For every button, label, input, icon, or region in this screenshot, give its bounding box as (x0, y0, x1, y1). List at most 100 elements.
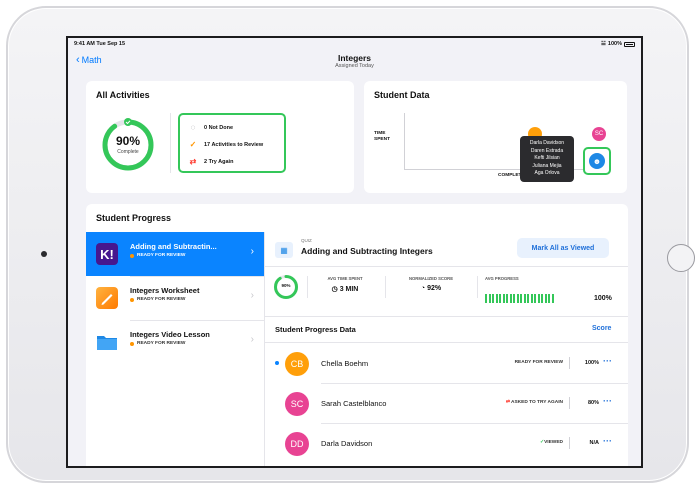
chart-y-label-line2: SPENT (374, 137, 390, 142)
screen: 9:41 AM Tue Sep 15 ☱ 100% ‹ Math Integer… (66, 36, 643, 468)
activity-status-label: READY FOR REVIEW (137, 253, 186, 258)
divider (477, 276, 478, 298)
tooltip-name: Aga Orlova (534, 170, 560, 176)
status-badge: ✓VIEWED (540, 440, 563, 445)
clock-icon: ◷ (331, 286, 338, 293)
metric-value: ◷ 3 MIN (313, 285, 377, 293)
progress-segment (523, 294, 526, 303)
chart-point-sc-initials: SC (594, 131, 604, 137)
kahoot-icon: K! (96, 243, 118, 265)
unread-dot (275, 361, 279, 365)
activity-item-adding-subtracting[interactable]: K! Adding and Subtractin... READY FOR RE… (86, 232, 264, 276)
student-row[interactable]: SC Sarah Castelblanco ⇄ ASKED TO TRY AGA… (265, 384, 628, 424)
home-button[interactable] (667, 244, 695, 272)
activity-title: Integers Worksheet (130, 286, 200, 295)
student-score: 100% (584, 360, 599, 366)
status-dot (130, 341, 134, 346)
stat-to-review-label: 17 Activities to Review (204, 141, 264, 148)
check-icon: ✓ (189, 140, 197, 149)
divider (130, 320, 264, 321)
chart-x-axis (404, 169, 604, 170)
tooltip-name: Kefti Jilsian (534, 155, 560, 161)
not-done-icon: ◌ (190, 123, 196, 132)
progress-segment (516, 294, 519, 303)
completion-label: Complete (117, 149, 139, 155)
battery-icon (624, 41, 635, 47)
progress-segment (520, 294, 522, 303)
stat-try-again: ⇄ 2 Try Again (188, 157, 234, 166)
metric-value-text: 92% (427, 285, 442, 292)
status-time: 9:41 AM Tue Sep 15 (74, 41, 126, 47)
divider (569, 437, 570, 449)
folder-glyph (97, 336, 117, 350)
pencil-glyph (101, 294, 113, 305)
front-camera (41, 251, 47, 257)
progress-segment (488, 294, 491, 303)
wifi-icon: ☱ (600, 41, 606, 47)
student-row[interactable]: DD Darla Davidson ✓VIEWED N/A ··· (265, 424, 628, 464)
avatar-initials: SC (290, 399, 304, 409)
progress-segment (502, 294, 505, 303)
navigation-bar: ‹ Math Integers Assigned Today (68, 50, 641, 74)
divider (569, 357, 570, 369)
stat-try-again-label: 2 Try Again (204, 158, 234, 165)
progress-segment (537, 294, 540, 303)
chevron-right-icon: › (250, 334, 254, 345)
student-name: Darla Davidson (321, 439, 373, 448)
avg-progress-bar (485, 294, 554, 303)
divider (265, 266, 628, 267)
metric-avg-time: AVG TIME SPENT ◷ 3 MIN (313, 276, 377, 293)
student-score: N/A (589, 440, 599, 446)
activity-stats-box[interactable]: ◌ 0 Not Done ✓ 17 Activities to Review ⇄… (178, 113, 286, 173)
stat-to-review: ✓ 17 Activities to Review (188, 140, 263, 149)
more-options-icon[interactable]: ··· (603, 356, 612, 366)
divider (170, 113, 171, 173)
activity-status-label: READY FOR REVIEW (137, 297, 186, 302)
status-badge: READY FOR REVIEW (515, 360, 563, 365)
activity-list: K! Adding and Subtractin... READY FOR RE… (86, 232, 264, 466)
try-again-icon: ⇄ (505, 400, 510, 405)
student-data-card[interactable]: Student Data TIME SPENT COMPLETI SC Darl… (364, 81, 627, 193)
student-row[interactable]: CB Chella Boehm READY FOR REVIEW 100% ··… (265, 344, 628, 384)
progress-segment (509, 294, 512, 303)
avg-progress-value: 100% (594, 295, 612, 302)
student-data-chart: TIME SPENT COMPLETI (374, 111, 614, 181)
activity-item-integers-worksheet[interactable]: Integers Worksheet READY FOR REVIEW › (86, 276, 264, 320)
score-sort-button[interactable]: Score (592, 325, 611, 332)
student-score: 80% (587, 400, 599, 406)
student-group-button[interactable]: ☻ (583, 147, 611, 175)
battery-indicator: ☱ 100% (601, 41, 635, 47)
chart-point-sc[interactable]: SC (592, 127, 606, 141)
people-icon: ☻ (589, 153, 605, 169)
progress-segment (527, 294, 529, 303)
activity-detail: ▦ QUIZ Adding and Subtracting Integers M… (264, 232, 628, 466)
metric-value-text: 3 MIN (339, 286, 359, 293)
avatar-initials: DD (290, 439, 304, 449)
progress-segment (485, 294, 487, 303)
progress-segment (541, 294, 543, 303)
more-options-icon[interactable]: ··· (603, 436, 612, 446)
activity-item-integers-video[interactable]: Integers Video Lesson READY FOR REVIEW › (86, 320, 264, 364)
page-subtitle: Assigned Today (335, 63, 374, 69)
status-badge: ⇄ ASKED TO TRY AGAIN (506, 400, 563, 405)
all-activities-card[interactable]: All Activities 90% Complete ◌ 0 Not Done… (86, 81, 354, 193)
progress-segment (513, 294, 515, 303)
activity-status: READY FOR REVIEW (130, 297, 185, 302)
status-badge-text: VIEWED (544, 440, 563, 445)
mark-all-viewed-button[interactable]: Mark All as Viewed (517, 238, 609, 258)
activity-status-label: READY FOR REVIEW (137, 341, 186, 346)
avatar: DD (285, 432, 309, 456)
activity-title: Integers Video Lesson (130, 330, 210, 339)
metric-avg-progress: AVG PROGRESS (485, 276, 519, 281)
tooltip-name: Juliana Mejia (532, 162, 562, 169)
student-progress-card: Student Progress K! Adding and Subtracti… (86, 204, 628, 466)
page-title: Integers (337, 53, 372, 63)
avatar: CB (285, 352, 309, 376)
status-badge-text: READY FOR REVIEW (514, 360, 563, 365)
student-progress-title: Student Progress (96, 213, 172, 223)
student-name: Chella Boehm (321, 359, 369, 368)
activity-status: READY FOR REVIEW (130, 341, 185, 346)
more-options-icon[interactable]: ··· (603, 396, 612, 406)
all-activities-title: All Activities (96, 90, 150, 100)
student-progress-data-title: Student Progress Data (275, 325, 356, 334)
